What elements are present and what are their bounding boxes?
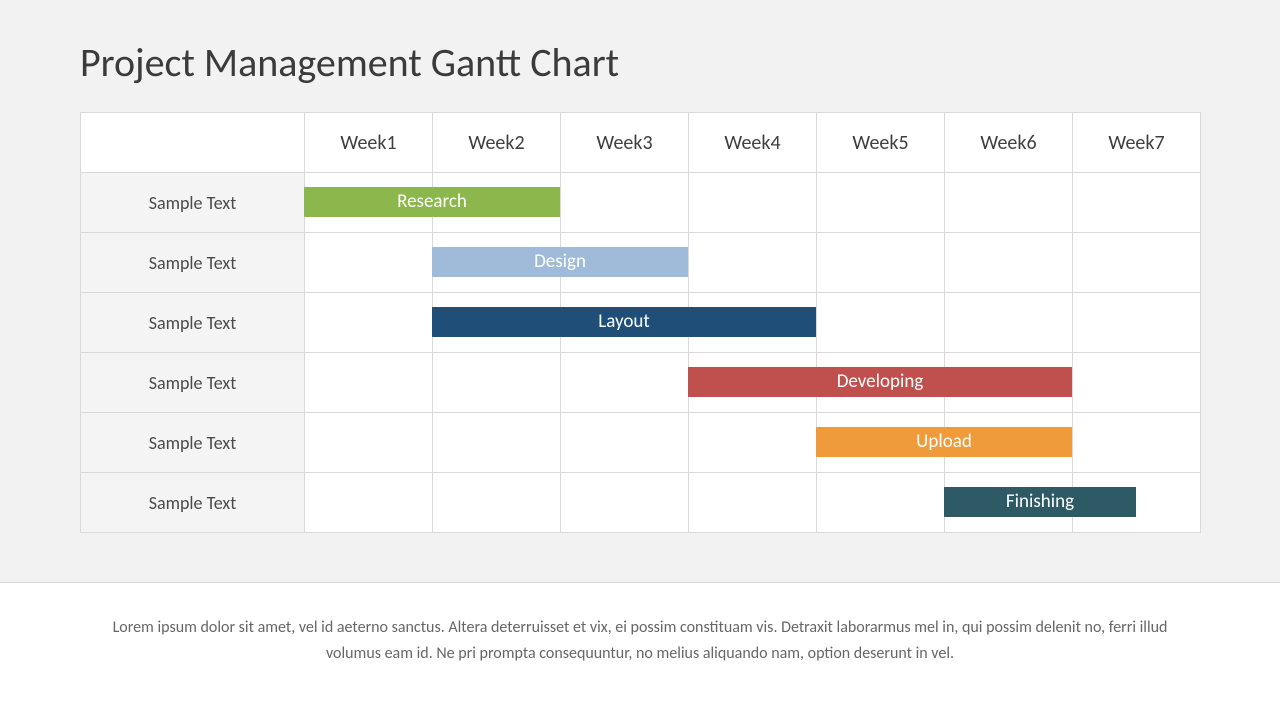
footer: Lorem ipsum dolor sit amet, vel id aeter… bbox=[0, 582, 1280, 720]
cell bbox=[1073, 413, 1201, 473]
cell bbox=[1073, 353, 1201, 413]
header-row: Week1 Week2 Week3 Week4 Week5 Week6 Week… bbox=[81, 113, 1201, 173]
cell bbox=[1073, 233, 1201, 293]
cell bbox=[945, 233, 1073, 293]
cell bbox=[1073, 173, 1201, 233]
page-title: Project Management Gantt Chart bbox=[80, 38, 619, 87]
cell bbox=[561, 413, 689, 473]
row-label: Sample Text bbox=[81, 413, 305, 473]
cell bbox=[433, 413, 561, 473]
table-row: Sample Text bbox=[81, 233, 1201, 293]
col-week2: Week2 bbox=[433, 113, 561, 173]
header-empty bbox=[81, 113, 305, 173]
cell bbox=[305, 413, 433, 473]
cell bbox=[689, 413, 817, 473]
cell bbox=[305, 473, 433, 533]
cell bbox=[689, 473, 817, 533]
cell bbox=[305, 233, 433, 293]
col-week4: Week4 bbox=[689, 113, 817, 173]
row-label: Sample Text bbox=[81, 173, 305, 233]
cell bbox=[945, 173, 1073, 233]
table-row: Sample Text bbox=[81, 293, 1201, 353]
col-week6: Week6 bbox=[945, 113, 1073, 173]
cell bbox=[433, 233, 561, 293]
cell bbox=[561, 233, 689, 293]
cell bbox=[817, 173, 945, 233]
cell bbox=[817, 353, 945, 413]
row-label: Sample Text bbox=[81, 353, 305, 413]
cell bbox=[689, 293, 817, 353]
footer-text: Lorem ipsum dolor sit amet, vel id aeter… bbox=[90, 615, 1190, 667]
cell bbox=[817, 233, 945, 293]
cell bbox=[945, 353, 1073, 413]
col-week5: Week5 bbox=[817, 113, 945, 173]
cell bbox=[945, 413, 1073, 473]
col-week7: Week7 bbox=[1073, 113, 1201, 173]
cell bbox=[561, 173, 689, 233]
cell bbox=[1073, 473, 1201, 533]
cell bbox=[817, 293, 945, 353]
row-label: Sample Text bbox=[81, 473, 305, 533]
cell bbox=[433, 173, 561, 233]
cell bbox=[817, 473, 945, 533]
cell bbox=[945, 473, 1073, 533]
col-week1: Week1 bbox=[305, 113, 433, 173]
col-week3: Week3 bbox=[561, 113, 689, 173]
cell bbox=[689, 173, 817, 233]
cell bbox=[433, 353, 561, 413]
row-label: Sample Text bbox=[81, 233, 305, 293]
table-row: Sample Text bbox=[81, 173, 1201, 233]
cell bbox=[305, 173, 433, 233]
cell bbox=[689, 233, 817, 293]
cell bbox=[433, 473, 561, 533]
table-row: Sample Text bbox=[81, 473, 1201, 533]
cell bbox=[561, 473, 689, 533]
cell bbox=[305, 353, 433, 413]
cell bbox=[561, 353, 689, 413]
cell bbox=[561, 293, 689, 353]
table-row: Sample Text bbox=[81, 413, 1201, 473]
cell bbox=[689, 353, 817, 413]
cell bbox=[1073, 293, 1201, 353]
gantt-table: Week1 Week2 Week3 Week4 Week5 Week6 Week… bbox=[80, 112, 1201, 533]
table-row: Sample Text bbox=[81, 353, 1201, 413]
cell bbox=[817, 413, 945, 473]
cell bbox=[433, 293, 561, 353]
cell bbox=[305, 293, 433, 353]
slide: Project Management Gantt Chart Week1 Wee… bbox=[0, 0, 1280, 720]
cell bbox=[945, 293, 1073, 353]
row-label: Sample Text bbox=[81, 293, 305, 353]
